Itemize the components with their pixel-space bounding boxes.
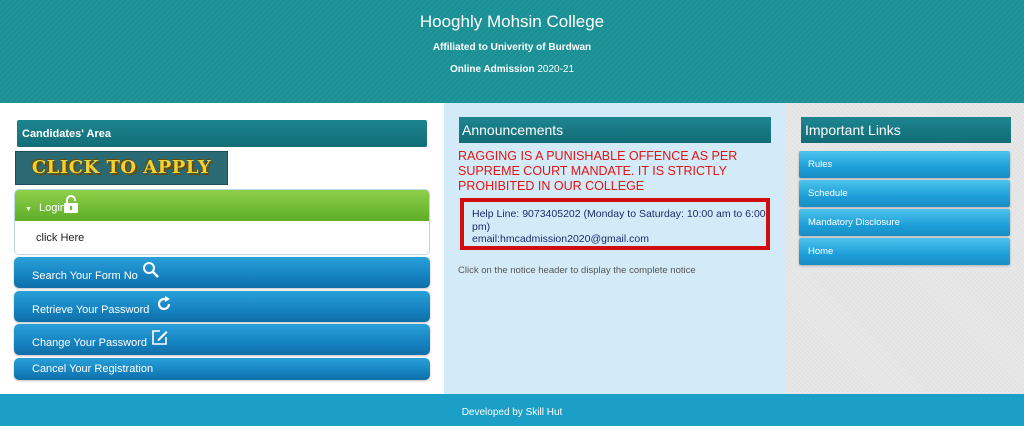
login-panel: ▼ Login click Here: [14, 189, 430, 255]
caret-down-icon: ▼: [25, 206, 32, 213]
candidates-panel: Candidates' Area CLICK TO APPLY ONLINE ▼…: [0, 103, 444, 394]
retrieve-password-button[interactable]: Retrieve Your Password: [14, 291, 430, 322]
notice-hint: Click on the notice header to display th…: [458, 265, 696, 276]
refresh-icon: [157, 296, 171, 311]
link-home[interactable]: Home: [799, 238, 1010, 265]
admission-session: Online Admission 2020-21: [0, 64, 1024, 75]
edit-icon: [152, 330, 168, 345]
announcements-title: Announcements: [459, 117, 771, 143]
cancel-registration-label: Cancel Your Registration: [32, 363, 154, 375]
helpline-box: Help Line: 9073405202 (Monday to Saturda…: [460, 198, 770, 250]
apply-online-button[interactable]: CLICK TO APPLY ONLINE: [15, 151, 228, 210]
candidates-area-title: Candidates' Area: [17, 120, 427, 147]
site-footer: Developed by Skill Hut: [0, 394, 1024, 426]
ragging-notice[interactable]: RAGGING IS A PUNISHABLE OFFENCE AS PER S…: [458, 149, 778, 194]
search-form-no-label: Search Your Form No: [32, 270, 138, 282]
login-click-here-link[interactable]: click Here: [15, 221, 429, 244]
link-rules[interactable]: Rules: [799, 151, 1010, 178]
link-schedule[interactable]: Schedule: [799, 180, 1010, 207]
change-password-button[interactable]: Change Your Password: [14, 324, 430, 355]
admission-year: 2020-21: [537, 64, 575, 75]
lock-open-icon: [64, 195, 78, 213]
email-text: email:hmcadmission2020@gmail.com: [472, 233, 649, 245]
cancel-registration-button[interactable]: Cancel Your Registration: [14, 358, 430, 380]
important-links-title: Important Links: [801, 117, 1011, 143]
change-password-label: Change Your Password: [32, 337, 147, 349]
developer-credit: Developed by Skill Hut: [461, 407, 563, 418]
search-icon: [143, 262, 159, 278]
important-links-panel: Important Links Rules Schedule Mandatory…: [786, 103, 1024, 394]
announcements-panel: Announcements RAGGING IS A PUNISHABLE OF…: [444, 103, 786, 394]
helpline-text: Help Line: 9073405202 (Monday to Saturda…: [472, 208, 766, 233]
search-form-no-button[interactable]: Search Your Form No: [14, 257, 430, 288]
login-header[interactable]: ▼ Login: [15, 190, 429, 221]
admission-label: Online Admission: [449, 64, 535, 75]
link-mandatory-disclosure[interactable]: Mandatory Disclosure: [799, 209, 1010, 236]
retrieve-password-label: Retrieve Your Password: [32, 304, 150, 316]
affiliation-text: Affiliated to Univerity of Burdwan: [432, 42, 592, 53]
college-name: Hooghly Mohsin College: [419, 12, 605, 31]
login-label: Login: [39, 202, 66, 214]
site-header: Hooghly Mohsin College Affiliated to Uni…: [0, 0, 1024, 103]
